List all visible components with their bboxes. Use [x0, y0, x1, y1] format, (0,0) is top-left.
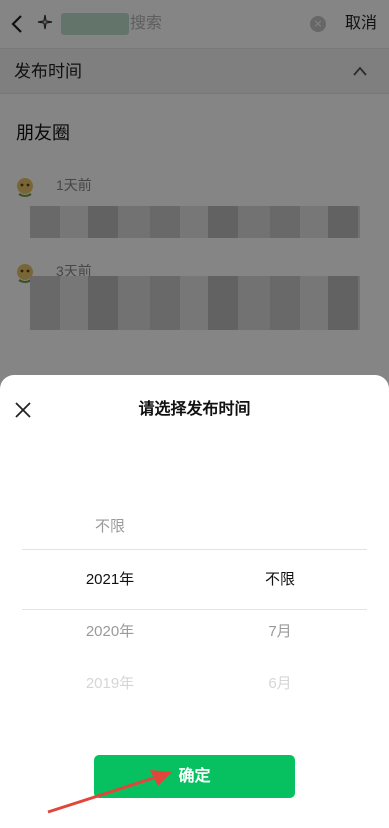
year-column[interactable]: 不限 2021年 2020年 2019年 — [60, 505, 160, 705]
year-option-selected[interactable]: 2021年 — [60, 570, 160, 590]
date-picker[interactable]: 不限 2021年 2020年 2019年 不限 7月 6月 — [0, 505, 389, 705]
year-option[interactable]: 2020年 — [60, 622, 160, 642]
year-option[interactable]: 2019年 — [60, 674, 160, 694]
month-option[interactable]: 6月 — [230, 674, 330, 694]
month-column[interactable]: 不限 7月 6月 — [230, 505, 330, 705]
month-option[interactable]: 7月 — [230, 622, 330, 642]
date-picker-sheet: 请选择发布时间 不限 2021年 2020年 2019年 不限 7月 6月 确定 — [0, 375, 389, 828]
sheet-title: 请选择发布时间 — [138, 401, 251, 418]
confirm-button[interactable]: 确定 — [94, 755, 295, 798]
year-option[interactable]: 不限 — [60, 517, 160, 537]
month-option-selected[interactable]: 不限 — [230, 570, 330, 590]
